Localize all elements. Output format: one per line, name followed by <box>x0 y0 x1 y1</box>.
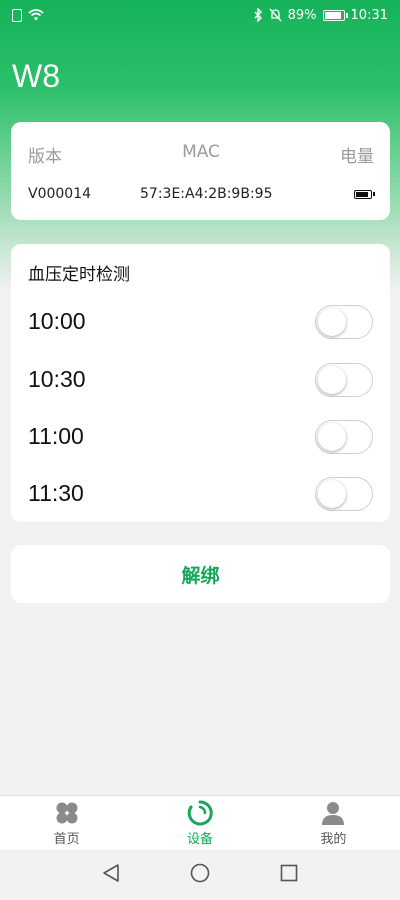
clock: 10:31 <box>350 7 388 23</box>
schedule-toggle[interactable] <box>315 363 373 397</box>
system-nav-bar <box>0 850 400 900</box>
schedule-row: 10:30 <box>11 356 390 406</box>
nav-item-device[interactable]: 设备 <box>133 796 266 850</box>
toggle-knob <box>318 308 346 336</box>
mute-bell-icon <box>269 8 282 22</box>
device-ring-icon <box>187 800 213 826</box>
nav-item-home[interactable]: 首页 <box>0 796 133 850</box>
schedule-row: 11:00 <box>11 413 390 463</box>
battery-status-icon <box>322 9 348 21</box>
toggle-knob <box>318 366 346 394</box>
version-header: 版本 <box>28 147 62 167</box>
battery-header: 电量 <box>340 147 374 167</box>
nav-label-home: 首页 <box>53 832 80 847</box>
version-value: V000014 <box>28 186 92 202</box>
mac-value: 57:3E:A4:2B:9B:95 <box>140 186 273 202</box>
schedule-toggle[interactable] <box>315 420 373 454</box>
back-icon[interactable] <box>102 863 120 887</box>
schedule-toggle[interactable] <box>315 305 373 339</box>
person-icon <box>320 800 346 826</box>
nav-label-mine: 我的 <box>320 832 347 847</box>
status-bar: 89% 10:31 <box>0 0 400 30</box>
sim-icon <box>12 8 22 22</box>
clover-icon <box>54 800 80 826</box>
bluetooth-icon <box>253 8 263 22</box>
schedule-time: 10:30 <box>28 366 86 392</box>
unbind-label: 解绑 <box>181 564 220 587</box>
recents-square-icon[interactable] <box>280 864 298 886</box>
device-battery-icon <box>354 189 375 199</box>
nav-item-mine[interactable]: 我的 <box>267 796 400 850</box>
nav-label-device: 设备 <box>186 832 213 847</box>
mac-header: MAC <box>182 142 220 162</box>
schedule-row: 11:30 <box>11 470 390 520</box>
schedule-time: 11:00 <box>28 423 84 449</box>
home-circle-icon[interactable] <box>190 863 210 887</box>
schedule-row: 10:00 <box>11 298 390 348</box>
bottom-nav: 首页 设备 我的 <box>0 795 400 850</box>
toggle-knob <box>318 423 346 451</box>
page-title: W8 <box>12 58 60 94</box>
unbind-button[interactable]: 解绑 <box>11 545 390 603</box>
wifi-icon <box>28 9 44 21</box>
battery-percent: 89% <box>287 7 317 23</box>
device-info-card: 版本 MAC 电量 V000014 57:3E:A4:2B:9B:95 <box>11 122 390 220</box>
toggle-knob <box>318 480 346 508</box>
schedule-toggle[interactable] <box>315 477 373 511</box>
schedule-time: 10:00 <box>28 308 86 334</box>
schedule-time: 11:30 <box>28 480 84 506</box>
bp-schedule-card: 血压定时检测 10:00 10:30 11:00 11:30 <box>11 244 390 522</box>
schedule-title: 血压定时检测 <box>28 265 130 285</box>
